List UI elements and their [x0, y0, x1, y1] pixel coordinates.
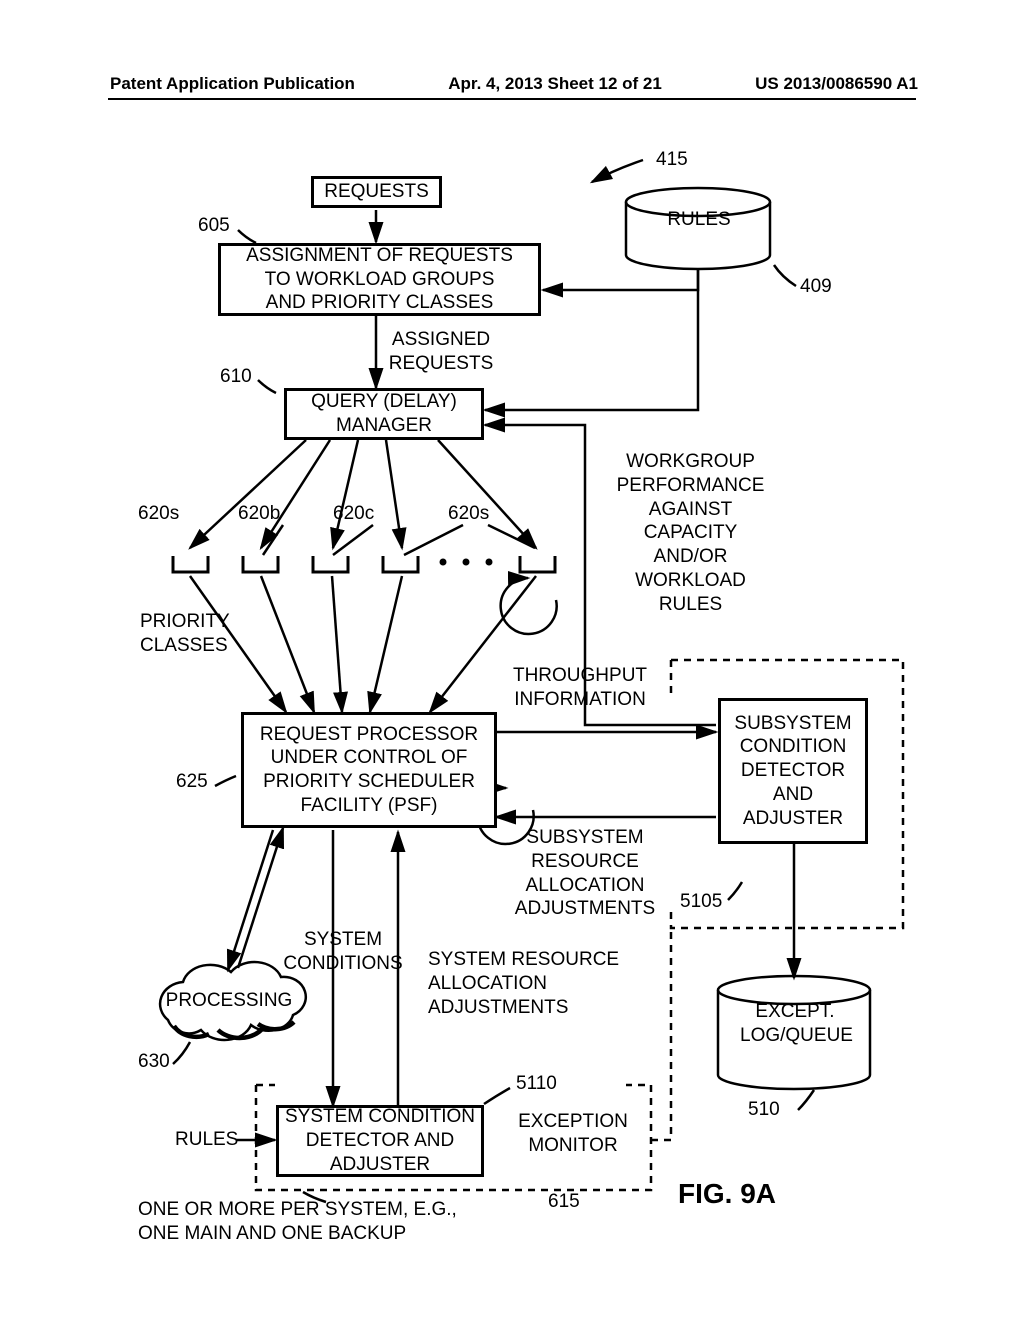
diagram-container: REQUESTS RULES ASSIGNMENT OF REQUESTS TO… [108, 130, 916, 1260]
workgroup-perf-label: WORKGROUP PERFORMANCE AGAINST CAPACITY A… [608, 450, 773, 616]
ref-5105: 5105 [680, 890, 722, 914]
ref-620s-a: 620s [138, 502, 179, 526]
header-right: US 2013/0086590 A1 [755, 74, 918, 94]
ref-5110: 5110 [516, 1072, 557, 1096]
ref-610: 610 [220, 365, 252, 389]
footer-note: ONE OR MORE PER SYSTEM, E.G., ONE MAIN A… [138, 1198, 468, 1246]
rules-db-label: RULES [663, 208, 735, 232]
ref-605: 605 [198, 214, 230, 238]
figure-label: FIG. 9A [678, 1178, 776, 1210]
except-log-label: EXCEPT. LOG/QUEUE [740, 1000, 850, 1048]
header-left: Patent Application Publication [110, 74, 355, 94]
ref-415: 415 [656, 148, 688, 172]
ref-620c: 620c [333, 502, 374, 526]
sra-label: SUBSYSTEM RESOURCE ALLOCATION ADJUSTMENT… [500, 826, 670, 921]
ref-630: 630 [138, 1050, 170, 1074]
throughput-label: THROUGHPUT INFORMATION [500, 664, 660, 712]
rules2-label: RULES [175, 1128, 238, 1152]
assigned-requests-label: ASSIGNED REQUESTS [386, 328, 496, 376]
ref-620s-b: 620s [448, 502, 489, 526]
exception-monitor-label: EXCEPTION MONITOR [513, 1110, 633, 1158]
header-mid: Apr. 4, 2013 Sheet 12 of 21 [448, 74, 662, 94]
scda-box: SUBSYSTEM CONDITION DETECTOR AND ADJUSTE… [718, 698, 868, 844]
priority-classes-label: PRIORITY CLASSES [140, 610, 240, 658]
query-manager-box: QUERY (DELAY) MANAGER [284, 388, 484, 440]
ref-510: 510 [748, 1098, 780, 1122]
processing-cloud-label: PROCESSING [164, 989, 294, 1013]
request-processor-box: REQUEST PROCESSOR UNDER CONTROL OF PRIOR… [241, 712, 497, 828]
sysdet-box: SYSTEM CONDITION DETECTOR AND ADJUSTER [276, 1105, 484, 1177]
system-ra-label: SYSTEM RESOURCE ALLOCATION ADJUSTMENTS [428, 948, 648, 1019]
system-conditions-label: SYSTEM CONDITIONS [278, 928, 408, 976]
ref-615: 615 [548, 1190, 580, 1214]
ref-409: 409 [800, 275, 832, 299]
ref-620b: 620b [238, 502, 280, 526]
requests-box: REQUESTS [311, 176, 442, 208]
assignment-box: ASSIGNMENT OF REQUESTS TO WORKLOAD GROUP… [218, 243, 541, 316]
header-rule [108, 98, 916, 100]
ref-625: 625 [176, 770, 208, 794]
